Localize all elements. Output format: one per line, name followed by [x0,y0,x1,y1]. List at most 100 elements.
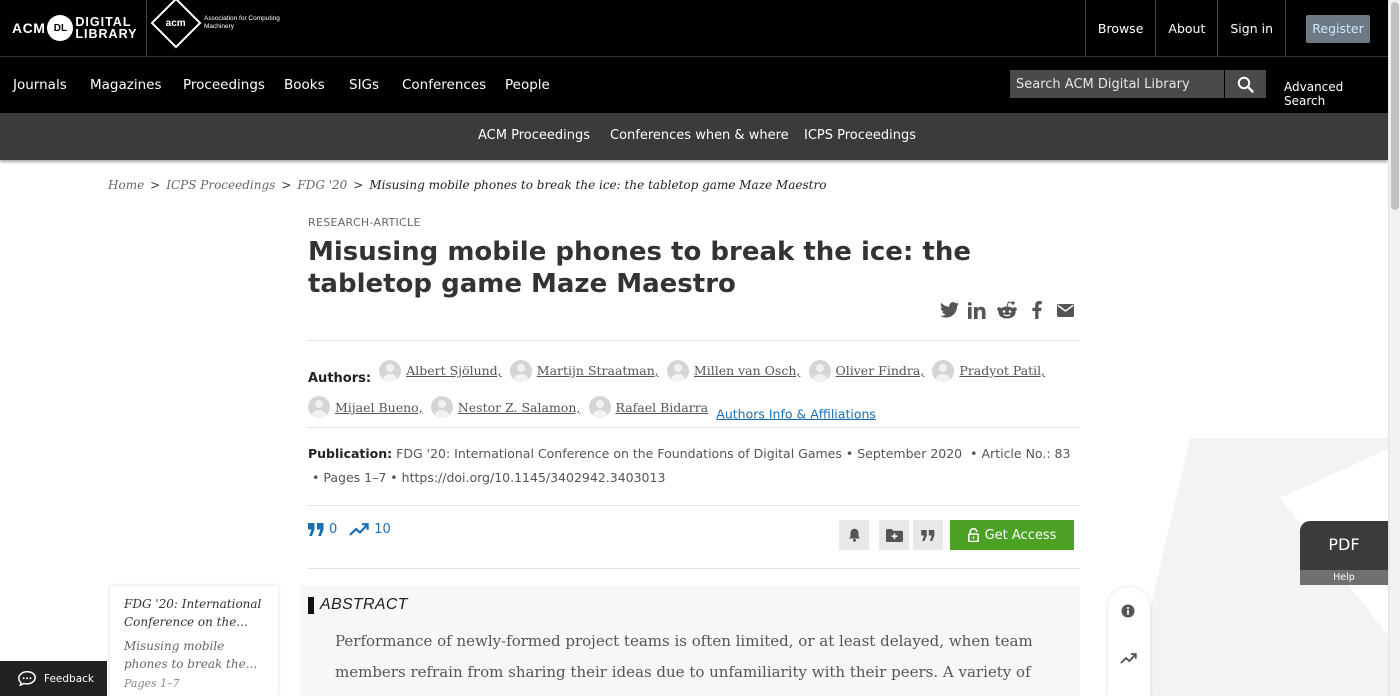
author-name[interactable]: Nestor Z. Salamon, [458,393,581,422]
bullet: • [845,446,854,461]
trending-up-icon [1120,653,1137,664]
author-item[interactable]: Rafael Bidarra [588,393,709,422]
search-button[interactable] [1225,70,1266,98]
acm-logo[interactable]: acm Association for Computing Machinery [150,0,284,49]
trending-up-icon [349,523,369,536]
share-linkedin-button[interactable] [966,300,988,320]
dl-logo-words: DIGITAL LIBRARY [75,16,137,41]
dl-logo-badge: DL [47,15,74,41]
subnav-acm-proceedings[interactable]: ACM Proceedings [478,128,590,143]
author-item[interactable]: Millen van Osch, [666,356,800,385]
author-name[interactable]: Rafael Bidarra [616,393,709,422]
nav-conferences[interactable]: Conferences [402,77,486,93]
article-title: Misusing mobile phones to break the ice:… [308,237,971,299]
alert-button[interactable] [839,520,869,550]
breadcrumb-fdg[interactable]: FDG '20 [297,178,347,192]
author-item[interactable]: Nestor Z. Salamon, [430,393,581,422]
authors-label: Authors: [308,370,372,386]
author-name[interactable]: Albert Sjölund, [406,356,501,385]
folder-add-icon [885,528,903,542]
advanced-search-link[interactable]: Advanced Search [1284,80,1388,108]
get-access-button[interactable]: Get Access [950,520,1074,550]
share-reddit-button[interactable] [995,300,1019,320]
pdf-tab[interactable]: PDF Help [1300,521,1388,585]
author-name[interactable]: Mijael Bueno, [335,393,423,422]
breadcrumb-separator: > [281,178,292,192]
nav-proceedings[interactable]: Proceedings [183,77,265,93]
register-button[interactable]: Register [1306,14,1370,43]
sub-nav: ACM Proceedings Conferences when & where… [0,113,1388,160]
nav-people[interactable]: People [505,77,550,93]
breadcrumb-separator: > [353,178,364,192]
article-number: Article No.: 83 [981,446,1071,461]
register-wrap: Register [1285,0,1388,57]
breadcrumb-home[interactable]: Home [108,178,144,192]
doi-link[interactable]: https://doi.org/10.1145/3402942.3403013 [402,470,666,485]
breadcrumb-icps[interactable]: ICPS Proceedings [166,178,275,192]
author-item[interactable]: Albert Sjölund, [379,356,502,385]
avatar [666,359,689,382]
avatar [808,359,831,382]
search-icon [1237,76,1254,93]
nav-journals[interactable]: Journals [13,77,67,93]
main-nav: Journals Magazines Proceedings Books SIG… [0,57,1388,113]
nav-books[interactable]: Books [284,77,325,93]
citation-quote-icon [308,523,324,536]
acm-diamond-icon: acm [150,0,202,49]
subnav-conferences-when-where[interactable]: Conferences when & where [610,128,789,143]
sign-in-link[interactable]: Sign in [1217,0,1285,57]
avatar [932,359,955,382]
share-email-button[interactable] [1055,300,1075,320]
bell-icon [848,528,860,542]
avatar [509,359,532,382]
article-metrics[interactable]: 0 10 [308,522,395,537]
acm-dl-logo[interactable]: ACM DL DIGITAL LIBRARY [12,11,137,45]
lock-icon [967,528,979,542]
avatar [588,396,611,418]
browse-link[interactable]: Browse [1084,0,1156,57]
pages-range: Pages 1–7 [323,470,387,485]
breadcrumb-separator: > [150,178,161,192]
divider [308,505,1080,506]
info-button[interactable] [1121,603,1135,622]
about-link[interactable]: About [1155,0,1217,57]
page-scrollbar[interactable] [1388,0,1400,696]
cite-button[interactable] [913,520,943,550]
publication-date: September 2020 [857,446,963,461]
author-item[interactable]: Oliver Findra, [808,356,925,385]
divider [308,340,1080,341]
publication-label: Publication: [308,446,393,461]
nav-sigs[interactable]: SIGs [349,77,379,93]
article-type: RESEARCH-ARTICLE [308,216,421,229]
nav-magazines[interactable]: Magazines [90,77,162,93]
sticky-article-card[interactable]: FDG '20: International Conference on the… [110,586,278,696]
authors-list: Authors: Albert Sjölund, Martijn Straatm… [308,356,1068,429]
scrollbar-thumb[interactable] [1391,2,1399,210]
download-count: 10 [374,522,391,537]
author-name[interactable]: Pradyot Patil, [959,356,1045,385]
abstract-heading: ABSTRACT [308,596,408,614]
authors-info-affiliations-link[interactable]: Authors Info & Affiliations [716,406,876,421]
side-card-pages: Pages 1–7 [124,677,180,690]
share-twitter-button[interactable] [938,300,960,320]
publication-venue[interactable]: FDG '20: International Conference on the… [396,446,842,461]
search-input[interactable] [1010,70,1224,98]
feedback-label: Feedback [44,672,95,685]
add-to-binder-button[interactable] [879,520,909,550]
share-facebook-button[interactable] [1027,300,1047,320]
pdf-help-link[interactable]: Help [1300,570,1388,585]
subnav-icps-proceedings[interactable]: ICPS Proceedings [804,128,916,143]
author-item[interactable]: Martijn Straatman, [509,356,659,385]
metrics-button[interactable] [1120,649,1137,668]
author-name[interactable]: Martijn Straatman, [537,356,659,385]
logo-separator [146,0,147,57]
author-name[interactable]: Millen van Osch, [694,356,800,385]
info-icon [1121,604,1135,618]
page: ACM DL DIGITAL LIBRARY acm Association f… [0,0,1400,696]
author-item[interactable]: Mijael Bueno, [308,393,423,422]
author-name[interactable]: Oliver Findra, [836,356,925,385]
acm-logo-text: Association for Computing Machinery [204,15,280,30]
facebook-icon [1032,301,1042,319]
author-item[interactable]: Pradyot Patil, [932,356,1045,385]
feedback-button[interactable]: Feedback [0,661,107,696]
